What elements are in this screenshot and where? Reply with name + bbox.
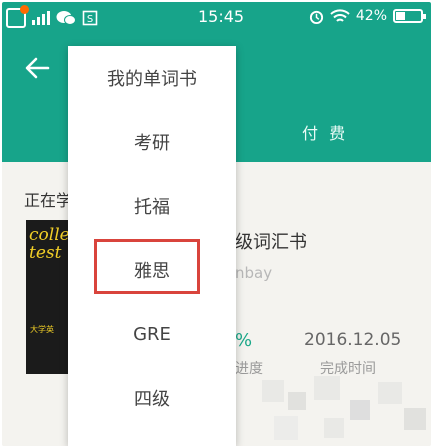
app-badge-icon bbox=[6, 5, 29, 28]
battery-icon bbox=[393, 9, 426, 23]
menu-item-kaoyan[interactable]: 考研 bbox=[68, 122, 236, 162]
category-dropdown-menu: 我的单词书 考研 托福 雅思 GRE 四级 bbox=[68, 46, 236, 446]
menu-item-gre[interactable]: GRE bbox=[68, 314, 236, 354]
battery-percent: 42% bbox=[355, 8, 387, 24]
wechat-icon bbox=[56, 11, 76, 25]
svg-text:S: S bbox=[87, 14, 93, 25]
highlight-box bbox=[94, 239, 200, 294]
sim-icon: S bbox=[82, 10, 98, 26]
menu-item-cet4[interactable]: 四级 bbox=[68, 378, 236, 418]
wifi-icon bbox=[330, 8, 350, 22]
finish-date: 2016.12.05 bbox=[304, 330, 402, 350]
book-publisher: nbay bbox=[235, 264, 273, 282]
app-screen: S 15:45 42% 付 费 正在学 colle test 大学英 级词汇书 … bbox=[2, 2, 431, 446]
battery-level bbox=[396, 12, 405, 20]
book-cover[interactable]: college test 大学英 bbox=[26, 220, 74, 374]
menu-item-my-wordbooks[interactable]: 我的单词书 bbox=[68, 58, 236, 98]
status-bar: S 15:45 42% bbox=[2, 2, 431, 32]
alarm-icon bbox=[309, 10, 323, 24]
signal-icon bbox=[32, 11, 50, 25]
book-title[interactable]: 级词汇书 bbox=[235, 228, 307, 254]
blurred-region bbox=[254, 372, 431, 446]
tab-paid[interactable]: 付 费 bbox=[302, 120, 348, 144]
progress-value: % bbox=[235, 330, 253, 351]
menu-item-toefl[interactable]: 托福 bbox=[68, 186, 236, 226]
status-time: 15:45 bbox=[198, 7, 245, 26]
book-cover-caption: 大学英 bbox=[30, 325, 54, 334]
section-title: 正在学 bbox=[24, 191, 73, 210]
back-arrow-icon[interactable] bbox=[22, 54, 52, 82]
